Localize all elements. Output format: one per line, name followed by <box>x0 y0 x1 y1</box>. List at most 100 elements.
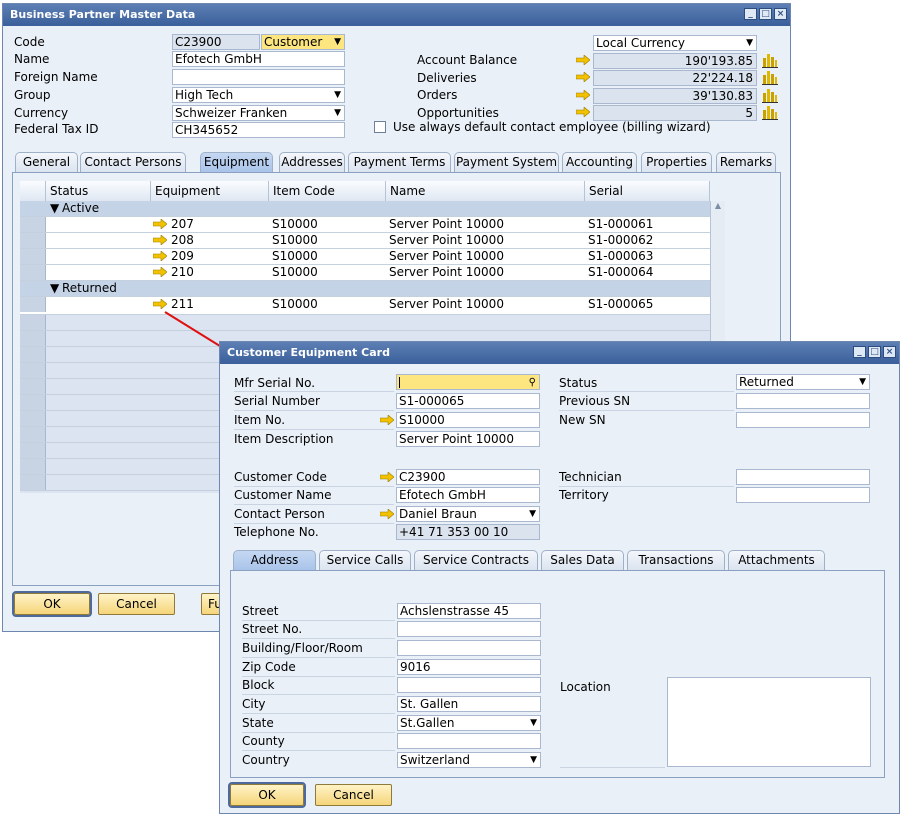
link-arrow-icon[interactable] <box>576 90 590 100</box>
currency-select[interactable]: Schweizer Franken ▼ <box>172 105 345 121</box>
tab-service-calls[interactable]: Service Calls <box>319 550 411 570</box>
tab-general[interactable]: General <box>15 152 78 172</box>
item-no-field[interactable]: S10000 <box>396 412 540 428</box>
county-field[interactable] <box>397 733 541 749</box>
location-textarea[interactable] <box>667 677 871 767</box>
link-arrow-icon[interactable] <box>153 235 167 245</box>
local-currency-select[interactable]: Local Currency ▼ <box>593 35 757 51</box>
row-selector[interactable] <box>20 297 46 312</box>
table-row[interactable]: 207 S10000 Server Point 10000 S1-000061 <box>20 217 710 233</box>
link-arrow-icon[interactable] <box>153 251 167 261</box>
row-selector[interactable] <box>20 427 46 442</box>
tab-contact-persons[interactable]: Contact Persons <box>80 152 186 172</box>
card-title-bar[interactable]: Customer Equipment Card _ □ × <box>220 342 899 364</box>
link-arrow-icon[interactable] <box>153 267 167 277</box>
city-field[interactable]: St. Gallen <box>397 696 541 712</box>
tab-addresses[interactable]: Addresses <box>279 152 345 172</box>
maximize-icon[interactable]: □ <box>868 346 881 358</box>
serial-number-field[interactable]: S1-000065 <box>396 393 540 409</box>
close-icon[interactable]: × <box>883 346 896 358</box>
tab-service-contracts[interactable]: Service Contracts <box>414 550 538 570</box>
tab-payment-system[interactable]: Payment System <box>454 152 559 172</box>
street-no-field[interactable] <box>397 621 541 637</box>
billing-wizard-checkbox[interactable] <box>374 121 386 133</box>
expand-triangle-icon[interactable]: ▼ <box>48 281 59 297</box>
status-select[interactable]: Returned ▼ <box>736 374 870 390</box>
col-header-equipment[interactable]: Equipment <box>151 181 269 201</box>
bp-type-select[interactable]: Customer ▼ <box>261 34 345 50</box>
col-header-item-code[interactable]: Item Code <box>269 181 386 201</box>
row-selector[interactable] <box>20 249 46 264</box>
bar-chart-icon[interactable] <box>762 52 778 68</box>
link-arrow-icon[interactable] <box>380 472 394 482</box>
name-field[interactable]: Efotech GmbH <box>172 51 345 67</box>
link-arrow-icon[interactable] <box>380 415 394 425</box>
table-row[interactable]: 208 S10000 Server Point 10000 S1-000062 <box>20 233 710 249</box>
tab-remarks[interactable]: Remarks <box>716 152 776 172</box>
zip-code-field[interactable]: 9016 <box>397 659 541 675</box>
group-select[interactable]: High Tech ▼ <box>172 87 345 103</box>
item-description-field[interactable]: Server Point 10000 <box>396 431 540 447</box>
table-row[interactable]: 210 S10000 Server Point 10000 S1-000064 <box>20 265 710 281</box>
row-selector[interactable] <box>20 443 46 458</box>
card-ok-button[interactable]: OK <box>228 782 306 808</box>
customer-code-field[interactable]: C23900 <box>396 469 540 485</box>
minimize-icon[interactable]: _ <box>744 8 757 20</box>
link-arrow-icon[interactable] <box>576 55 590 65</box>
group-row-returned[interactable]: ▼ Returned <box>20 281 710 297</box>
tab-properties[interactable]: Properties <box>641 152 712 172</box>
bar-chart-icon[interactable] <box>762 69 778 85</box>
link-arrow-icon[interactable] <box>153 299 167 309</box>
new-sn-field[interactable] <box>736 412 870 428</box>
scroll-up-icon[interactable]: ▲ <box>711 201 725 210</box>
row-selector[interactable] <box>20 265 46 280</box>
tab-transactions[interactable]: Transactions <box>627 550 725 570</box>
block-field[interactable] <box>397 677 541 693</box>
technician-field[interactable] <box>736 469 870 485</box>
country-select[interactable]: Switzerland ▼ <box>397 752 541 768</box>
row-selector[interactable] <box>20 331 46 346</box>
code-field[interactable]: C23900 <box>172 34 260 50</box>
group-row-active[interactable]: ▼ Active <box>20 201 710 217</box>
search-icon[interactable]: ⚲ <box>529 375 536 389</box>
link-arrow-icon[interactable] <box>576 72 590 82</box>
street-field[interactable]: Achslenstrasse 45 <box>397 603 541 619</box>
bp-ok-button[interactable]: OK <box>12 591 92 617</box>
previous-sn-field[interactable] <box>736 393 870 409</box>
bp-cancel-button[interactable]: Cancel <box>98 593 175 615</box>
close-icon[interactable]: × <box>774 8 787 20</box>
tab-accounting[interactable]: Accounting <box>562 152 637 172</box>
tab-address[interactable]: Address <box>233 550 316 570</box>
row-selector[interactable] <box>20 347 46 362</box>
expand-triangle-icon[interactable]: ▼ <box>48 201 59 217</box>
customer-name-field[interactable]: Efotech GmbH <box>396 487 540 503</box>
table-row[interactable]: 211 S10000 Server Point 10000 S1-000065 <box>20 297 710 315</box>
row-selector[interactable] <box>20 363 46 378</box>
row-selector[interactable] <box>20 315 46 330</box>
row-selector[interactable] <box>20 379 46 394</box>
row-selector[interactable] <box>20 459 46 474</box>
col-header-name[interactable]: Name <box>386 181 585 201</box>
minimize-icon[interactable]: _ <box>853 346 866 358</box>
row-selector[interactable] <box>20 233 46 248</box>
card-cancel-button[interactable]: Cancel <box>315 784 392 806</box>
tab-equipment[interactable]: Equipment <box>200 152 273 172</box>
tab-sales-data[interactable]: Sales Data <box>541 550 624 570</box>
building-field[interactable] <box>397 640 541 656</box>
link-arrow-icon[interactable] <box>153 219 167 229</box>
row-selector[interactable] <box>20 475 46 490</box>
tab-attachments[interactable]: Attachments <box>728 550 825 570</box>
mfr-serial-field[interactable]: ⚲ <box>396 374 540 390</box>
row-selector[interactable] <box>20 395 46 410</box>
contact-person-select[interactable]: Daniel Braun ▼ <box>396 506 540 522</box>
state-select[interactable]: St.Gallen ▼ <box>397 715 541 731</box>
col-header-serial[interactable]: Serial <box>585 181 710 201</box>
bar-chart-icon[interactable] <box>762 104 778 120</box>
row-selector[interactable] <box>20 217 46 232</box>
foreign-name-field[interactable] <box>172 69 345 85</box>
col-header-status[interactable]: Status <box>46 181 151 201</box>
row-selector[interactable] <box>20 411 46 426</box>
table-row[interactable]: 209 S10000 Server Point 10000 S1-000063 <box>20 249 710 265</box>
territory-field[interactable] <box>736 487 870 503</box>
link-arrow-icon[interactable] <box>576 107 590 117</box>
